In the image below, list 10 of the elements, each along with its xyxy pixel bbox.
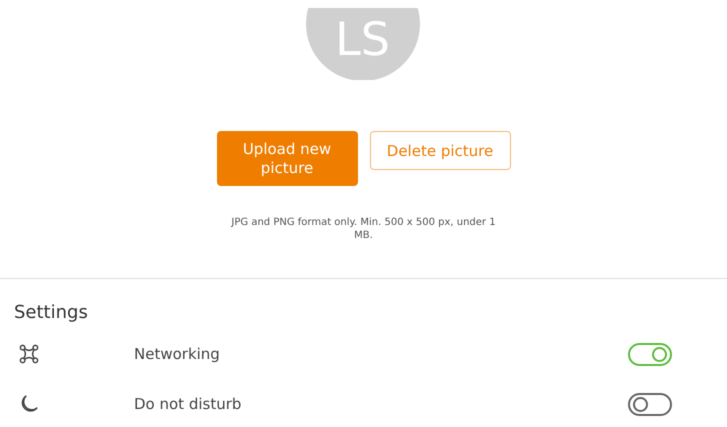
section-title: Settings: [14, 302, 89, 323]
moon-icon: [19, 394, 39, 414]
upload-button[interactable]: Upload new picture: [216, 131, 358, 186]
format-hint: JPG and PNG format only. Min. 500 x 500 px, under 1 MB.: [230, 216, 497, 242]
network-icon: [19, 344, 39, 364]
toggle-switch[interactable]: [628, 342, 672, 366]
setting-label: Do not disturb: [134, 395, 242, 413]
delete-button[interactable]: Delete picture: [370, 131, 510, 170]
setting-label: Networking: [134, 345, 221, 363]
toggle-switch[interactable]: [628, 392, 672, 416]
